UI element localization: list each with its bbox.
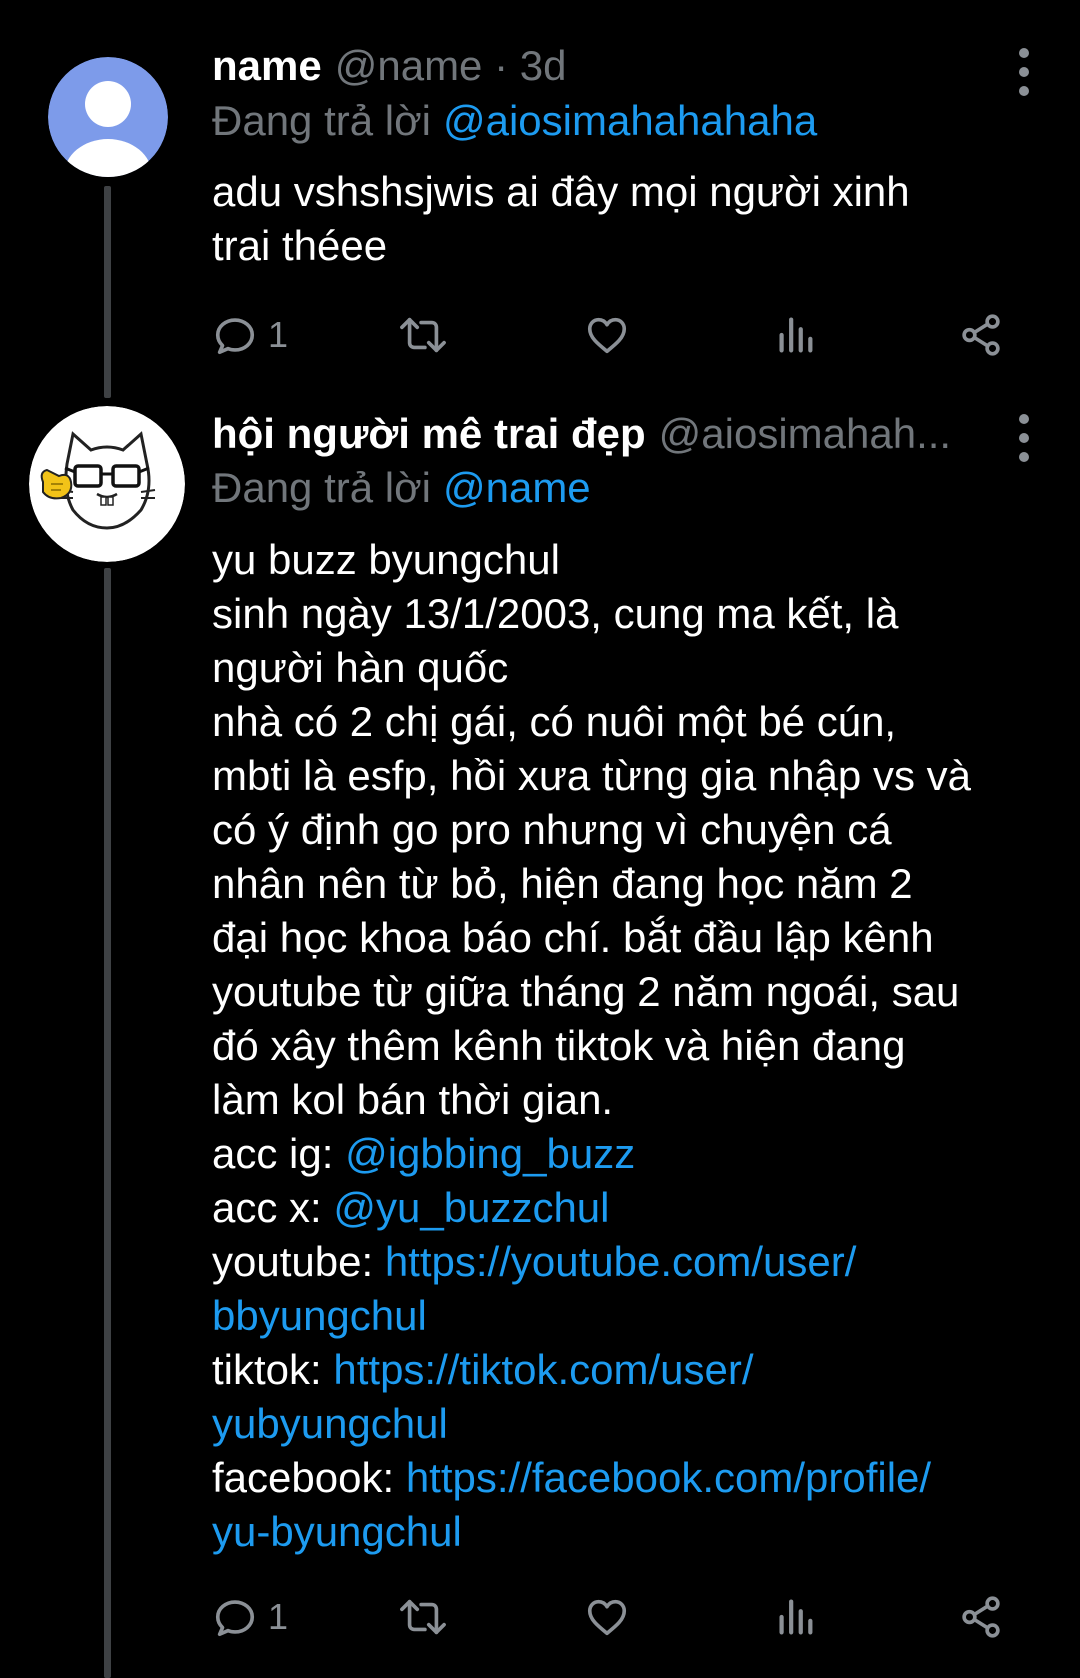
- tiktok-link[interactable]: https://tiktok.com/user/: [333, 1346, 753, 1393]
- tiktok-link[interactable]: yubyungchul: [212, 1400, 448, 1447]
- handle-and-time[interactable]: @aiosimahah...: [659, 410, 1020, 458]
- tiktok-line: tiktok: https://tiktok.com/user/: [212, 1346, 754, 1393]
- reply-count: 1: [268, 314, 289, 355]
- bar-chart-icon: [772, 1594, 818, 1640]
- tweet-text-line: đại học khoa báo chí. bắt đầu lập kênh: [212, 914, 934, 961]
- replying-to-label: Đang trả lời: [212, 97, 431, 144]
- tweet-text: yu buzz byungchul sinh ngày 13/1/2003, c…: [212, 533, 1048, 1559]
- tweet-text-line: đó xây thêm kênh tiktok và hiện đang: [212, 1022, 906, 1069]
- facebook-line: yu-byungchul: [212, 1505, 1048, 1559]
- tweet-text-line: youtube từ giữa tháng 2 năm ngoái, sau: [212, 968, 960, 1015]
- retweet-icon: [398, 1594, 448, 1640]
- heart-icon: [584, 1594, 630, 1640]
- tweet-item[interactable]: name @name · 3d Đang trả lời @aiosimahah…: [0, 0, 1080, 400]
- tweet-text-line: yu buzz byungchul: [212, 536, 560, 583]
- bar-chart-icon: [772, 312, 818, 358]
- reply-button[interactable]: 1: [212, 1587, 288, 1647]
- instagram-line: acc ig: @igbbing_buzz: [212, 1130, 636, 1177]
- reply-count: 1: [268, 1596, 289, 1637]
- youtube-line: youtube: https://youtube.com/user/: [212, 1238, 857, 1285]
- x-account-line: acc x: @yu_buzzchul: [212, 1184, 610, 1231]
- more-vertical-icon[interactable]: [1014, 48, 1034, 96]
- tweet-actions: 1: [0, 1587, 1080, 1647]
- tweet-text-line: nhân nên từ bỏ, hiện đang học năm 2: [212, 860, 913, 907]
- tweet-text-line: làm kol bán thời gian.: [212, 1076, 614, 1123]
- share-icon: [958, 1594, 1004, 1640]
- cartoon-cat-with-glasses-avatar-icon[interactable]: [29, 406, 185, 562]
- tweet-text-line: có ý định go pro nhưng vì chuyện cá: [212, 806, 892, 853]
- reply-bubble-icon: [212, 312, 258, 358]
- views-button[interactable]: [772, 305, 818, 365]
- tweet-text-line: adu vshshsjwis ai đây mọi người xinh: [212, 168, 910, 215]
- handle-and-time[interactable]: @name · 3d: [335, 42, 1020, 90]
- views-button[interactable]: [772, 1587, 818, 1647]
- retweet-button[interactable]: [398, 305, 448, 365]
- tweet-text-line: trai théee: [212, 222, 388, 269]
- retweet-icon: [398, 312, 448, 358]
- facebook-link[interactable]: https://facebook.com/profile/: [406, 1454, 931, 1501]
- x-account-link[interactable]: @yu_buzzchul: [333, 1184, 609, 1231]
- tweet-header: hội người mê trai đẹp @aiosimahah...: [212, 404, 1020, 464]
- tiktok-line: yubyungchul: [212, 1397, 1048, 1451]
- tweet-text: adu vshshsjwis ai đây mọi người xinh tra…: [212, 165, 1048, 273]
- tweet-text-line: mbti là esfp, hồi xưa từng gia nhập vs v…: [212, 752, 971, 799]
- heart-icon: [584, 312, 630, 358]
- facebook-link[interactable]: yu-byungchul: [212, 1508, 462, 1555]
- facebook-line: facebook: https://facebook.com/profile/: [212, 1454, 932, 1501]
- tweet-text-line: sinh ngày 13/1/2003, cung ma kết, là: [212, 590, 899, 637]
- replying-to: Đang trả lời @aiosimahahahaha: [212, 93, 817, 149]
- replying-to-label: Đang trả lời: [212, 464, 431, 511]
- youtube-link[interactable]: bbyungchul: [212, 1292, 427, 1339]
- default-user-avatar-icon[interactable]: [48, 57, 168, 177]
- replying-to-mention[interactable]: @name: [443, 464, 591, 512]
- retweet-button[interactable]: [398, 1587, 448, 1647]
- display-name[interactable]: name: [212, 42, 322, 90]
- like-button[interactable]: [584, 1587, 630, 1647]
- share-button[interactable]: [958, 1587, 1004, 1647]
- replying-to-mention[interactable]: @aiosimahahahaha: [443, 97, 817, 145]
- tweet-text-line: người hàn quốc: [212, 644, 509, 691]
- more-vertical-icon[interactable]: [1014, 414, 1034, 462]
- reply-bubble-icon: [212, 1594, 258, 1640]
- tweet-actions: 1: [0, 305, 1080, 365]
- display-name[interactable]: hội người mê trai đẹp: [212, 410, 646, 458]
- youtube-line: bbyungchul: [212, 1289, 1048, 1343]
- tweet-header: name @name · 3d: [212, 36, 1020, 96]
- tweet-item[interactable]: hội người mê trai đẹp @aiosimahah... Đan…: [0, 400, 1080, 1678]
- reply-button[interactable]: 1: [212, 305, 288, 365]
- like-button[interactable]: [584, 305, 630, 365]
- replying-to: Đang trả lời @name: [212, 460, 591, 516]
- instagram-link[interactable]: @igbbing_buzz: [345, 1130, 635, 1177]
- tweet-text-line: nhà có 2 chị gái, có nuôi một bé cún,: [212, 698, 897, 745]
- share-icon: [958, 312, 1004, 358]
- youtube-link[interactable]: https://youtube.com/user/: [385, 1238, 857, 1285]
- share-button[interactable]: [958, 305, 1004, 365]
